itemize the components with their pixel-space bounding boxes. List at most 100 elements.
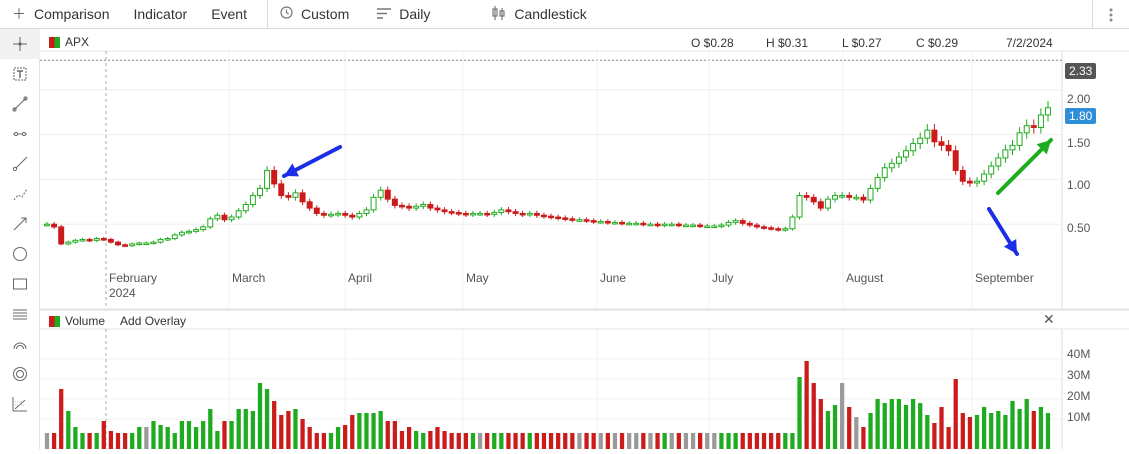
volume-bar bbox=[839, 383, 845, 449]
candle-body bbox=[824, 198, 831, 209]
parallel-lines-tool-icon[interactable] bbox=[0, 299, 40, 329]
clock-icon bbox=[280, 6, 293, 22]
candle-body bbox=[356, 212, 363, 218]
more-options-icon[interactable] bbox=[1092, 0, 1129, 29]
volume-bar bbox=[676, 433, 681, 449]
volume-bar bbox=[918, 403, 923, 449]
volume-bar bbox=[449, 433, 454, 449]
candle-body bbox=[988, 165, 995, 175]
volume-bar bbox=[1010, 401, 1015, 449]
volume-bar bbox=[783, 433, 788, 449]
candle-body bbox=[775, 228, 782, 231]
candlestick-label: Candlestick bbox=[514, 6, 587, 22]
volume-bar bbox=[818, 399, 823, 449]
high-price-badge: 2.33 bbox=[1065, 63, 1097, 79]
candle-body bbox=[278, 183, 285, 197]
candle-body bbox=[931, 129, 938, 143]
event-button[interactable]: Event bbox=[199, 0, 267, 29]
volume-bar bbox=[981, 407, 987, 449]
volume-bar bbox=[627, 433, 632, 449]
text-tool-icon[interactable] bbox=[0, 59, 40, 89]
candle-body bbox=[768, 227, 775, 230]
volume-bar bbox=[690, 433, 696, 449]
volume-bar bbox=[577, 433, 582, 449]
volume-bar bbox=[272, 401, 277, 449]
candle-body bbox=[569, 218, 576, 221]
volume-bar bbox=[960, 413, 965, 449]
candle-body bbox=[995, 157, 1002, 167]
candle-body bbox=[115, 241, 121, 246]
candle-body bbox=[342, 212, 349, 216]
circle-tool-icon[interactable] bbox=[0, 239, 40, 269]
line-segment-tool-icon[interactable] bbox=[0, 89, 40, 119]
candle-body bbox=[1002, 149, 1009, 159]
candle-body bbox=[718, 224, 725, 228]
volume-bar bbox=[754, 433, 760, 449]
volume-bar bbox=[350, 415, 355, 449]
crosshair-tool-icon[interactable] bbox=[0, 29, 40, 59]
volume-bar bbox=[44, 433, 50, 449]
candle-body bbox=[398, 204, 405, 208]
add-overlay-button[interactable]: Add Overlay bbox=[120, 314, 186, 328]
candle-body bbox=[867, 187, 874, 201]
close-value: C $0.29 bbox=[916, 36, 959, 50]
custom-label: Custom bbox=[301, 6, 350, 22]
candle-body bbox=[519, 212, 526, 216]
volume-bar bbox=[747, 433, 752, 449]
candle-body bbox=[533, 212, 540, 216]
candle-body bbox=[938, 141, 945, 146]
interval-button[interactable]: Daily bbox=[365, 0, 442, 29]
horizontal-line-tool-icon[interactable] bbox=[0, 119, 40, 149]
indicator-button[interactable]: Indicator bbox=[121, 0, 199, 29]
candle-body bbox=[86, 238, 93, 242]
candle-body bbox=[746, 222, 753, 226]
arrow-tool-icon[interactable] bbox=[0, 209, 40, 239]
high-value: H $0.31 bbox=[766, 36, 809, 50]
polyline-tool-icon[interactable] bbox=[0, 179, 40, 209]
chart-canvas[interactable] bbox=[40, 29, 1129, 449]
volume-bar bbox=[1045, 413, 1051, 449]
candle-body bbox=[803, 195, 810, 198]
volume-tick-label: 30M bbox=[1067, 368, 1091, 382]
candle-body bbox=[264, 169, 271, 189]
candle-body bbox=[178, 231, 185, 236]
candle-body bbox=[1009, 144, 1016, 151]
volume-bar bbox=[236, 409, 241, 449]
candle-body bbox=[548, 215, 555, 219]
volume-bar bbox=[101, 421, 106, 449]
candle-body bbox=[682, 224, 689, 228]
candle-body bbox=[58, 226, 65, 245]
chart-area[interactable] bbox=[40, 29, 1129, 449]
arc-tool-icon[interactable] bbox=[0, 329, 40, 359]
volume-bar bbox=[896, 399, 902, 449]
close-volume-panel-icon[interactable]: ✕ bbox=[1043, 311, 1055, 328]
candle-body bbox=[974, 180, 980, 184]
volume-bar bbox=[314, 433, 319, 449]
ray-tool-icon[interactable] bbox=[0, 149, 40, 179]
volume-bar bbox=[193, 427, 199, 449]
volume-bar bbox=[698, 433, 703, 449]
comparison-button[interactable]: ＋ Comparison bbox=[0, 0, 121, 29]
volume-bar bbox=[776, 433, 781, 449]
chart-type-button[interactable]: Candlestick bbox=[480, 0, 598, 29]
volume-bar bbox=[648, 433, 653, 449]
volume-bar bbox=[683, 433, 689, 449]
volume-bar bbox=[378, 411, 383, 449]
candle-body bbox=[136, 242, 143, 246]
volume-bar bbox=[485, 433, 490, 449]
custom-range-button[interactable]: Custom bbox=[268, 0, 361, 29]
candle-body bbox=[796, 195, 803, 218]
candle-body bbox=[782, 228, 789, 231]
ellipse-tool-icon[interactable] bbox=[0, 359, 40, 389]
volume-bar bbox=[250, 411, 256, 449]
volume-bar bbox=[506, 433, 511, 449]
volume-bar bbox=[172, 433, 177, 449]
volume-bar bbox=[1024, 399, 1029, 449]
volume-bar bbox=[73, 427, 78, 449]
candle-body bbox=[129, 243, 136, 247]
candle-body bbox=[100, 238, 107, 241]
candle-body bbox=[242, 204, 249, 212]
low-value: L $0.27 bbox=[842, 36, 882, 50]
fibonacci-tool-icon[interactable] bbox=[0, 389, 40, 419]
rectangle-tool-icon[interactable] bbox=[0, 269, 40, 299]
